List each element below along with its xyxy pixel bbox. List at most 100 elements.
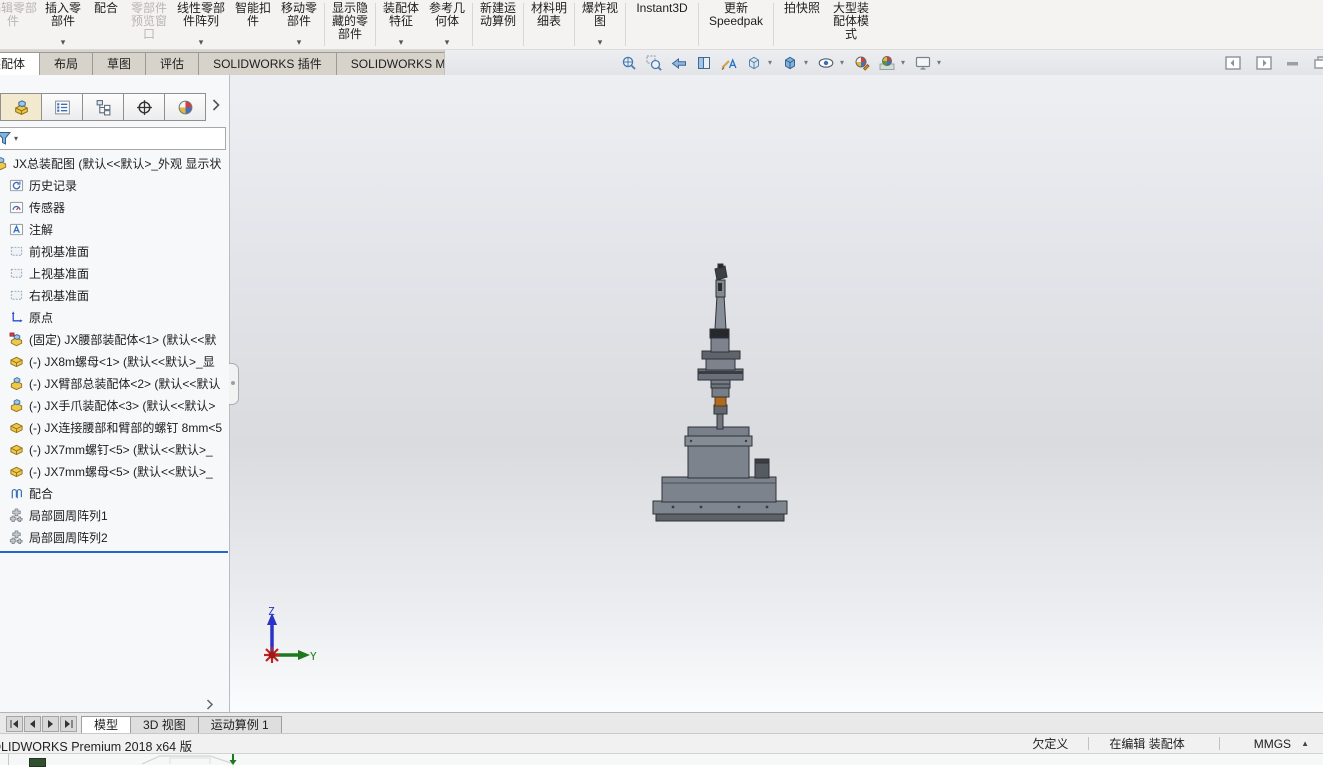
assembly-fixed-icon xyxy=(9,332,24,347)
tree-item-7mm-screw[interactable]: (-) JX7mm螺钉<5> (默认<<默认>_ xyxy=(0,438,228,460)
filter-caret-icon[interactable]: ▾ xyxy=(14,134,18,143)
tree-item-circular-pattern-1[interactable]: 局部圆周阵列1 xyxy=(0,504,228,526)
tab-3d-views[interactable]: 3D 视图 xyxy=(130,716,199,734)
edit-appearance-icon[interactable] xyxy=(851,52,873,74)
ribbon-button-linear-pattern[interactable]: 线性零部件阵列 xyxy=(172,0,230,49)
ribbon-button-mate[interactable]: 配合 xyxy=(86,0,126,49)
panel-splitter-handle[interactable] xyxy=(229,363,239,405)
tree-item-8m-nut[interactable]: (-) JX8m螺母<1> (默认<<默认>_显 xyxy=(0,350,228,372)
ribbon-button-exploded-view[interactable]: 爆炸视图 xyxy=(577,0,623,49)
orientation-triad: Z Y xyxy=(258,605,318,671)
ribbon-button-component-preview: 零部件预览窗口 xyxy=(126,0,172,49)
tab-solidworks-addins[interactable]: SOLIDWORKS 插件 xyxy=(198,52,337,75)
background-model-outline xyxy=(140,754,236,765)
units-caret-icon[interactable]: ▲ xyxy=(1301,739,1309,748)
plane-icon xyxy=(9,288,24,303)
view-orientation-caret[interactable]: ▾ xyxy=(768,58,776,67)
plane-icon xyxy=(9,244,24,259)
first-sheet-icon[interactable] xyxy=(6,716,23,732)
tab-configurationmanager[interactable] xyxy=(82,93,124,121)
tree-item-top-plane[interactable]: 上视基准面 xyxy=(0,262,228,284)
feature-tree: JX总装配图 (默认<<默认>_外观 显示状 历史记录 传感器 注解 前视基准面… xyxy=(0,152,228,553)
view-settings-icon[interactable] xyxy=(912,52,934,74)
display-style-icon[interactable] xyxy=(779,52,801,74)
background-window-strip xyxy=(0,753,1323,765)
previous-sheet-icon[interactable] xyxy=(24,716,41,732)
tree-item-annotations[interactable]: 注解 xyxy=(0,218,228,240)
tab-solidworks-mbd[interactable]: SOLIDWORKS MBD xyxy=(336,52,445,75)
zoom-to-area-icon[interactable] xyxy=(643,52,665,74)
tree-item-waist-assembly[interactable]: (固定) JX腰部装配体<1> (默认<<默 xyxy=(0,328,228,350)
tab-model[interactable]: 模型 xyxy=(81,716,131,734)
ribbon-button-insert-component[interactable]: 插入零部件 xyxy=(40,0,86,49)
zoom-to-fit-icon[interactable] xyxy=(618,52,640,74)
ribbon-button-show-hidden-components[interactable]: 显示隐藏的零部件 xyxy=(327,0,373,49)
hide-show-items-caret[interactable]: ▾ xyxy=(840,58,848,67)
restore-button[interactable] xyxy=(1314,56,1323,70)
view-orientation-icon[interactable] xyxy=(743,52,765,74)
tab-dimxpertmanager[interactable] xyxy=(123,93,165,121)
rollback-bar[interactable] xyxy=(0,551,228,553)
tab-displaymanager[interactable] xyxy=(164,93,206,121)
hide-show-annotations-icon[interactable] xyxy=(718,52,740,74)
tab-assembly[interactable]: 装配体 xyxy=(0,52,40,75)
apply-scene-caret[interactable]: ▾ xyxy=(901,58,909,67)
tree-item-circular-pattern-2[interactable]: 局部圆周阵列2 xyxy=(0,526,228,548)
solidworks-window: { "ribbon": { "buttons": [ {"label": "编辑… xyxy=(0,0,1323,764)
ribbon-button-large-assembly-mode[interactable]: 大型装配体模式 xyxy=(828,0,874,49)
tab-sketch[interactable]: 草图 xyxy=(92,52,146,75)
pattern-icon xyxy=(9,530,24,545)
ribbon-button-update-speedpak[interactable]: 更新 Speedpak xyxy=(701,0,771,49)
minimize-button[interactable] xyxy=(1287,56,1299,70)
ribbon-button-bill-of-materials[interactable]: 材料明细表 xyxy=(526,0,572,49)
filter-funnel-icon xyxy=(0,131,12,146)
tree-item-origin[interactable]: 原点 xyxy=(0,306,228,328)
tab-evaluate[interactable]: 评估 xyxy=(145,52,199,75)
status-units[interactable]: MMGS xyxy=(1254,737,1291,751)
section-view-icon[interactable] xyxy=(693,52,715,74)
tree-item-front-plane[interactable]: 前视基准面 xyxy=(0,240,228,262)
hide-show-items-icon[interactable] xyxy=(815,52,837,74)
ribbon-button-instant3d[interactable]: Instant3D xyxy=(628,0,696,49)
previous-view-icon[interactable] xyxy=(668,52,690,74)
pattern-icon xyxy=(9,508,24,523)
background-window-fragment xyxy=(29,758,46,767)
subassembly-icon xyxy=(9,398,24,413)
ribbon-button-move-component[interactable]: 移动零部件 xyxy=(276,0,322,49)
tree-item-history[interactable]: 历史记录 xyxy=(0,174,228,196)
status-right-group: 欠定义 在编辑 装配体 MMGS ▲ xyxy=(1032,734,1309,753)
tab-motion-study-1[interactable]: 运动算例 1 xyxy=(198,716,282,734)
headsup-view-toolbar: ▾ ▾ ▾ ▾ ▾ xyxy=(618,50,945,75)
view-settings-caret[interactable]: ▾ xyxy=(937,58,945,67)
tree-item-gripper-assembly[interactable]: (-) JX手爪装配体<3> (默认<<默认> xyxy=(0,394,228,416)
tree-item-7mm-nut[interactable]: (-) JX7mm螺母<5> (默认<<默认>_ xyxy=(0,460,228,482)
display-style-caret[interactable]: ▾ xyxy=(804,58,812,67)
collapse-left-pane-icon[interactable] xyxy=(1225,56,1241,70)
panel-expand-chevron-icon[interactable] xyxy=(212,99,220,111)
tree-item-right-plane[interactable]: 右视基准面 xyxy=(0,284,228,306)
ribbon-button-assembly-features[interactable]: 装配体特征 xyxy=(378,0,424,49)
3d-model-robot-assembly[interactable] xyxy=(631,255,813,537)
tab-featuremanager-tree[interactable] xyxy=(0,93,42,121)
apply-scene-icon[interactable] xyxy=(876,52,898,74)
tree-item-mates[interactable]: 配合 xyxy=(0,482,228,504)
last-sheet-icon[interactable] xyxy=(60,716,77,732)
ribbon-button-smart-fasteners[interactable]: 智能扣件 xyxy=(230,0,276,49)
tree-item-sensors[interactable]: 传感器 xyxy=(0,196,228,218)
ribbon-separator xyxy=(472,3,473,46)
tab-propertymanager[interactable] xyxy=(41,93,83,121)
next-sheet-icon[interactable] xyxy=(42,716,59,732)
graphics-viewport[interactable]: Z Y xyxy=(230,75,1323,712)
command-tab-bar: 装配体 布局 草图 评估 SOLIDWORKS 插件 SOLIDWORKS MB… xyxy=(0,50,1323,75)
ribbon-button-reference-geometry[interactable]: 参考几何体 xyxy=(424,0,470,49)
tree-item-connect-screw-8mm[interactable]: (-) JX连接腰部和臂部的螺钉 8mm<5 xyxy=(0,416,228,438)
ribbon-button-new-motion-study[interactable]: 新建运动算例 xyxy=(475,0,521,49)
panel-scroll-right-icon[interactable] xyxy=(206,699,214,710)
ribbon-button-take-snapshot[interactable]: 拍快照 xyxy=(776,0,828,49)
collapse-right-pane-icon[interactable] xyxy=(1256,56,1272,70)
tree-filter-input[interactable]: ▾ xyxy=(0,127,226,150)
tab-layout[interactable]: 布局 xyxy=(39,52,93,75)
tree-root-assembly[interactable]: JX总装配图 (默认<<默认>_外观 显示状 xyxy=(0,152,228,174)
tree-item-arm-assembly[interactable]: (-) JX臂部总装配体<2> (默认<<默认 xyxy=(0,372,228,394)
plane-icon xyxy=(9,266,24,281)
